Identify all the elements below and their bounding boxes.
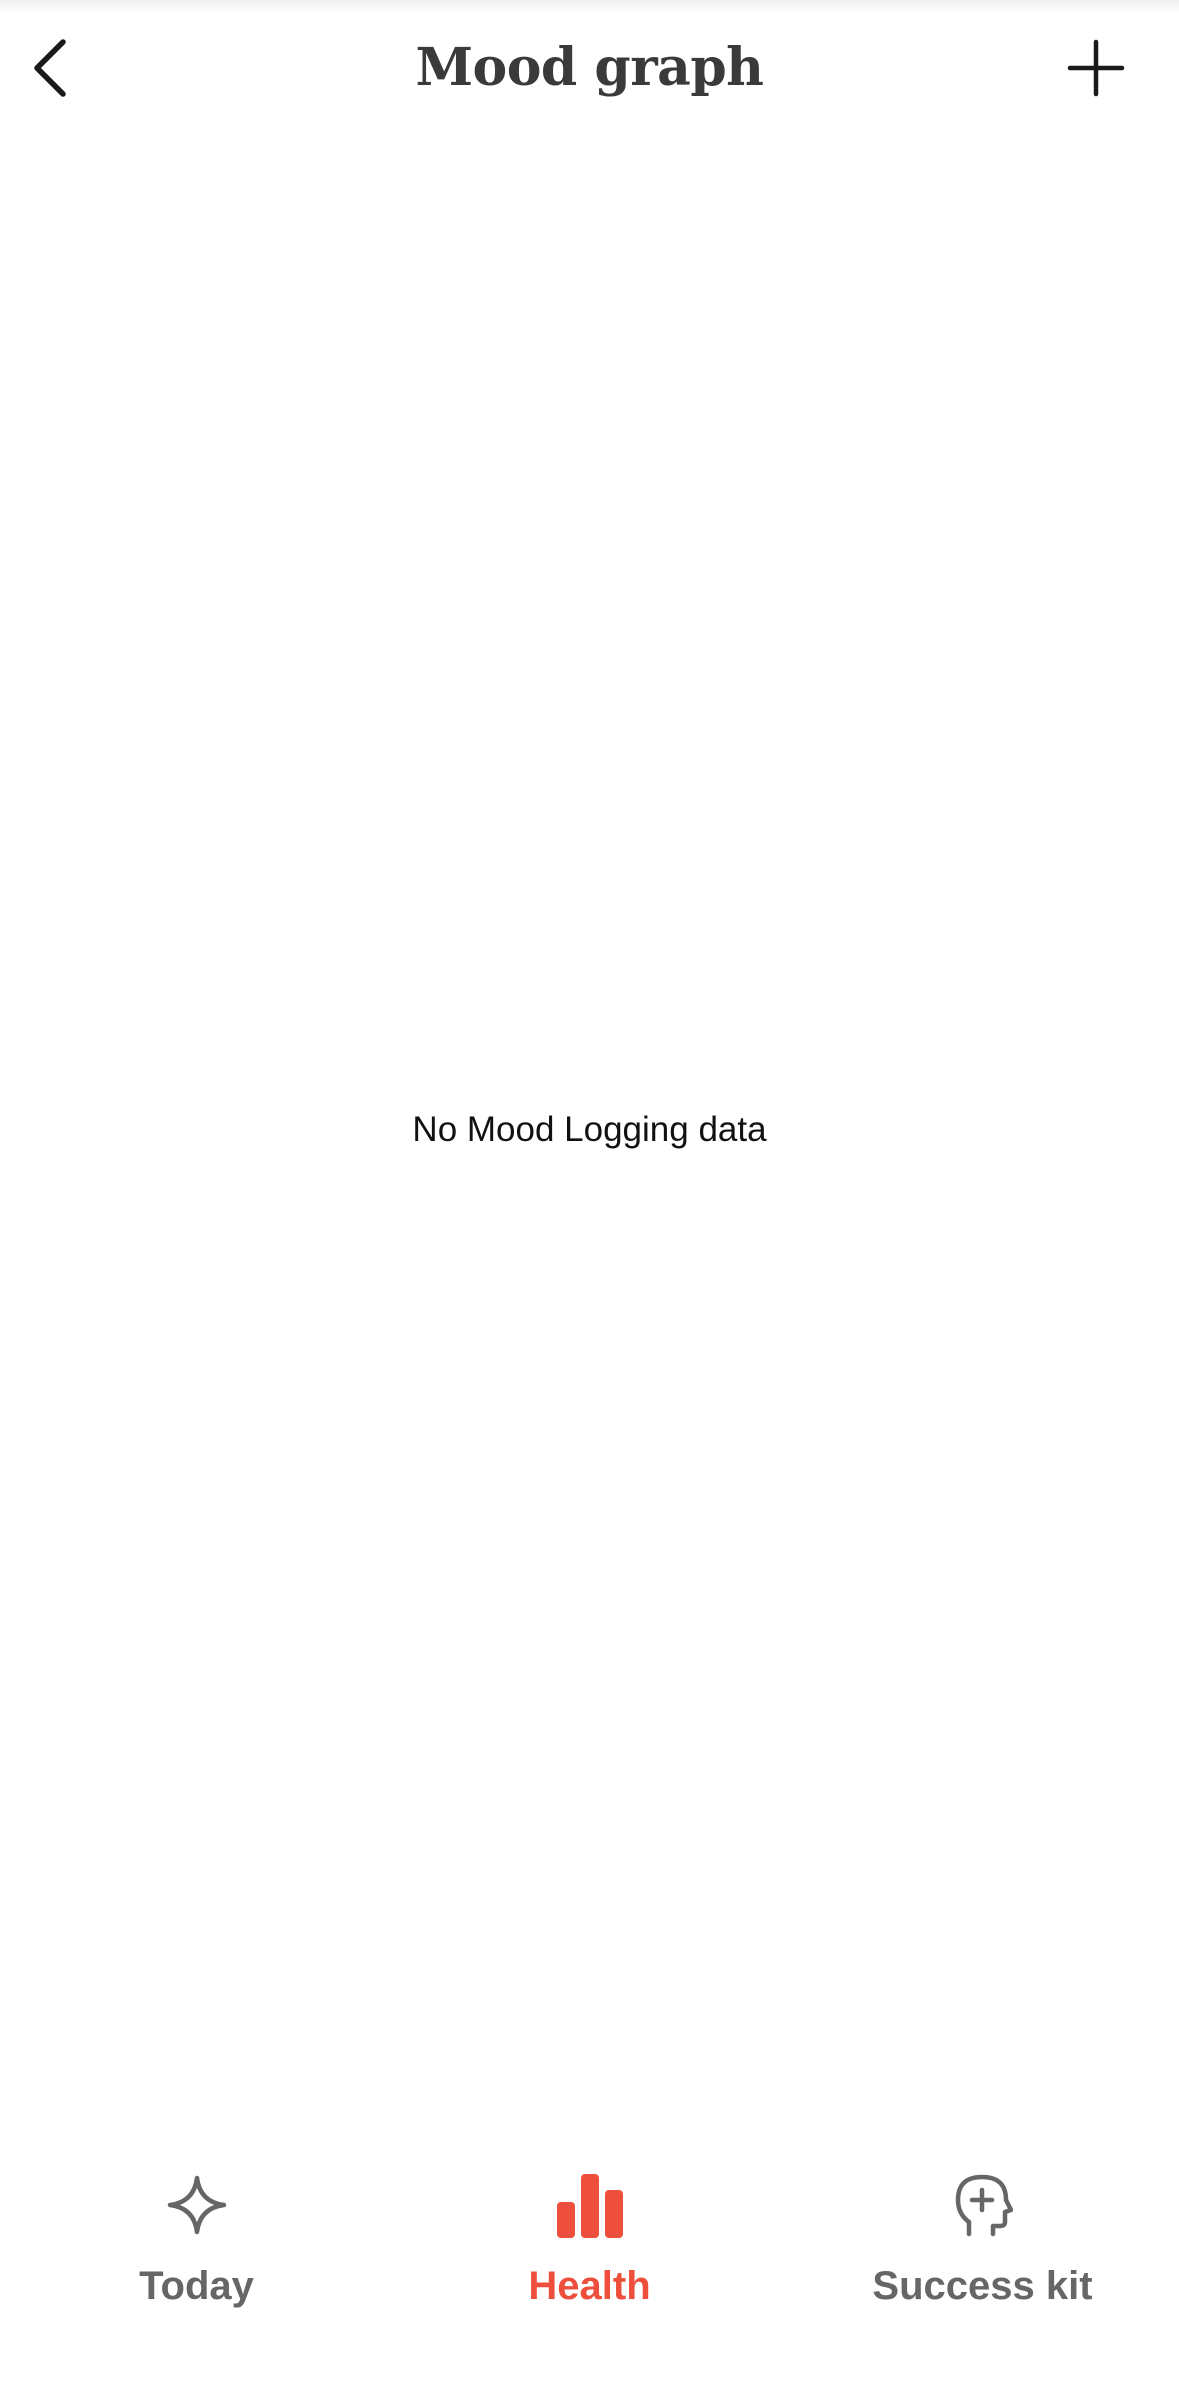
head-plus-icon <box>955 2174 1013 2237</box>
tab-health-label: Health <box>528 2264 651 2308</box>
tab-today[interactable]: Today <box>0 2150 393 2330</box>
tab-health-icon-wrap <box>393 2170 786 2240</box>
tab-success-kit-icon-wrap <box>786 2170 1179 2240</box>
tab-today-icon-wrap <box>0 2170 393 2240</box>
plus-icon <box>1067 39 1125 97</box>
bar-chart-icon <box>556 2174 623 2238</box>
header: Mood graph <box>0 0 1179 140</box>
bottom-tab-bar: Today Health Success kit <box>0 2150 1179 2330</box>
add-button[interactable] <box>1056 30 1136 106</box>
tab-success-kit-label: Success kit <box>872 2264 1093 2308</box>
sparkle-icon <box>167 2175 226 2235</box>
page-title: Mood graph <box>415 37 764 98</box>
empty-state-message: No Mood Logging data <box>412 1110 767 1149</box>
tab-success-kit[interactable]: Success kit <box>786 2150 1179 2330</box>
tab-health[interactable]: Health <box>393 2150 786 2330</box>
tab-today-label: Today <box>139 2264 254 2308</box>
